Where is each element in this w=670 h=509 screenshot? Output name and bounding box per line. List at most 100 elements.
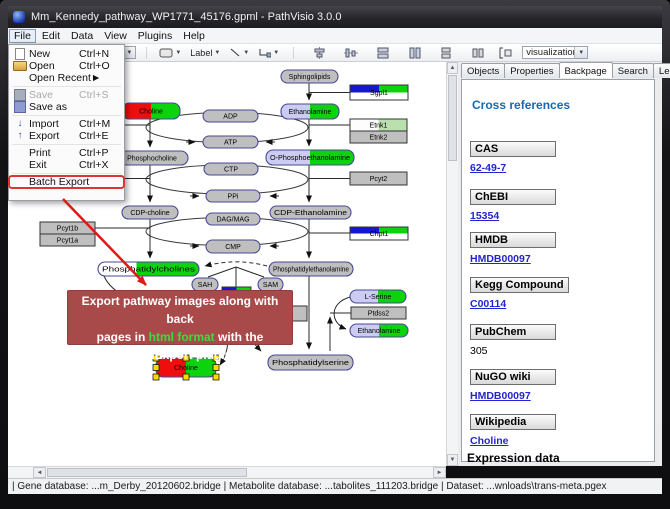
- svg-text:O-Phosphoethanolamine: O-Phosphoethanolamine: [270, 155, 350, 162]
- vertical-scroll-thumb[interactable]: [448, 75, 457, 161]
- xref-link[interactable]: 15354: [470, 210, 556, 222]
- file-menu-item-exit[interactable]: ExitCtrl+X: [9, 159, 124, 171]
- svg-text:Pcyt1a: Pcyt1a: [57, 238, 79, 245]
- metabolite-node[interactable]: O-Phosphoethanolamine: [266, 150, 354, 165]
- tab-search[interactable]: Search: [612, 63, 654, 78]
- menu-edit[interactable]: Edit: [37, 29, 65, 43]
- tab-backpage[interactable]: Backpage: [559, 62, 613, 78]
- gene-node[interactable]: Sgpl1: [350, 85, 408, 100]
- metabolite-node[interactable]: Phosphocholine: [116, 151, 188, 165]
- menu-plugins[interactable]: Plugins: [133, 29, 177, 43]
- gene-node[interactable]: Pcyt2: [350, 172, 407, 185]
- metabolite-node[interactable]: Ethanolamine: [350, 324, 408, 337]
- file-menu-item-batch-export[interactable]: Batch Export: [9, 176, 124, 188]
- scroll-right-icon[interactable]: ►: [433, 467, 446, 478]
- stack-vertical-button[interactable]: [438, 46, 454, 60]
- label-button-text: Label: [190, 48, 212, 58]
- menu-file[interactable]: File: [9, 29, 36, 43]
- file-menu-item-print[interactable]: PrintCtrl+P: [9, 147, 124, 159]
- menu-data[interactable]: Data: [66, 29, 98, 43]
- xref-link[interactable]: C00114: [470, 298, 569, 310]
- common-width-button[interactable]: [374, 46, 392, 60]
- app-icon: [13, 11, 25, 23]
- metabolite-node[interactable]: ADP: [203, 110, 258, 122]
- file-menu-item-open[interactable]: OpenCtrl+O: [9, 60, 124, 72]
- menu-view[interactable]: View: [99, 29, 132, 43]
- xref-header: ChEBI: [470, 189, 556, 205]
- callout-highlight: html format: [149, 330, 215, 344]
- side-panel: ObjectsPropertiesBackpageSearchLegend Cr…: [458, 62, 662, 466]
- xref-header: Kegg Compound: [470, 277, 569, 293]
- scroll-left-icon[interactable]: ◄: [33, 467, 46, 478]
- metabolite-node[interactable]: PPi: [206, 190, 260, 202]
- xref-link[interactable]: HMDB00097: [470, 253, 556, 265]
- common-height-icon: [408, 47, 422, 59]
- metabolite-node[interactable]: Phosphatidylcholines: [98, 262, 199, 276]
- gene-node[interactable]: Etnk1: [350, 119, 407, 131]
- selection-handle[interactable]: [183, 374, 189, 380]
- svg-text:Sphingolipids: Sphingolipids: [289, 74, 331, 81]
- metabolite-node[interactable]: Ethanolamine: [281, 104, 339, 119]
- visualization-combobox[interactable]: visualization ▼: [522, 46, 588, 59]
- metabolite-node[interactable]: CTP: [204, 163, 258, 175]
- gene-node[interactable]: Chpt1: [350, 227, 408, 240]
- gene-node[interactable]: Pcyt1b: [40, 222, 95, 234]
- metabolite-node[interactable]: Phosphatidylethanolamine: [269, 262, 353, 276]
- xref-link[interactable]: HMDB00097: [470, 390, 556, 402]
- stack-vertical-icon: [440, 47, 452, 59]
- metabolite-node[interactable]: Choline: [122, 103, 180, 119]
- datanode-dropdown[interactable]: ▼: [157, 46, 183, 60]
- menu-separator: [12, 144, 121, 145]
- xref-link[interactable]: Choline: [470, 435, 556, 447]
- selection-handle[interactable]: [213, 365, 219, 371]
- svg-text:ATP: ATP: [224, 140, 237, 147]
- common-height-button[interactable]: [406, 46, 424, 60]
- chevron-down-icon: ▼: [214, 50, 220, 56]
- svg-text:CTP: CTP: [224, 167, 238, 174]
- tab-properties[interactable]: Properties: [504, 63, 559, 78]
- align-vertical-center-button[interactable]: [342, 46, 360, 60]
- gene-node[interactable]: Etnk2: [350, 131, 407, 143]
- xref-header: Wikipedia: [470, 414, 556, 430]
- scroll-up-icon[interactable]: ▲: [447, 62, 458, 74]
- xref-section-nugo-wiki: NuGO wikiHMDB00097: [470, 367, 556, 402]
- gene-node[interactable]: Ptdss2: [351, 307, 406, 319]
- file-menu-item-import[interactable]: ↓ImportCtrl+M: [9, 118, 124, 130]
- gene-node[interactable]: Pcyt1a: [40, 234, 95, 246]
- tab-objects[interactable]: Objects: [461, 63, 505, 78]
- connector-dropdown[interactable]: ▼: [256, 46, 281, 60]
- selection-handle[interactable]: [153, 365, 159, 371]
- selection-handle[interactable]: [213, 374, 219, 380]
- file-menu-item-open-recent[interactable]: Open Recent►: [9, 72, 124, 84]
- horizontal-scroll-thumb[interactable]: [47, 468, 247, 477]
- fit-window-button[interactable]: [497, 46, 514, 60]
- metabolite-node[interactable]: DAG/MAG: [206, 213, 260, 225]
- scroll-down-icon[interactable]: ▼: [447, 454, 458, 466]
- metabolite-node[interactable]: CMP: [206, 240, 260, 253]
- horizontal-scrollbar[interactable]: ◄ ►: [8, 466, 446, 478]
- metabolite-node[interactable]: ATP: [203, 136, 258, 148]
- tab-legend[interactable]: Legend: [653, 63, 670, 78]
- title-bar[interactable]: Mm_Kennedy_pathway_WP1771_45176.gpml - P…: [8, 6, 662, 28]
- selection-handle[interactable]: [153, 374, 159, 380]
- file-menu-item-save-as[interactable]: Save as: [9, 101, 124, 113]
- xref-header: PubChem: [470, 324, 556, 340]
- file-menu-item-export[interactable]: ↑ExportCtrl+E: [9, 130, 124, 142]
- vertical-scrollbar[interactable]: ▲ ▼: [446, 62, 458, 466]
- label-dropdown[interactable]: Label ▼: [188, 46, 222, 60]
- menu-help[interactable]: Help: [178, 29, 210, 43]
- stack-horizontal-button[interactable]: [470, 46, 487, 60]
- svg-text:Chpt1: Chpt1: [370, 231, 389, 238]
- file-menu-item-save[interactable]: SaveCtrl+S: [9, 89, 124, 101]
- align-horizontal-center-button[interactable]: [311, 46, 328, 60]
- saveas-icon: [11, 101, 29, 113]
- xref-section-pubchem: PubChem305: [470, 322, 556, 357]
- line-dropdown[interactable]: ▼: [227, 46, 251, 60]
- metabolite-node[interactable]: Sphingolipids: [281, 70, 338, 83]
- metabolite-node[interactable]: L-Serine: [350, 290, 406, 303]
- side-panel-tabs: ObjectsPropertiesBackpageSearchLegend: [461, 63, 670, 78]
- metabolite-node[interactable]: CDP-Ethanolamine: [270, 206, 351, 219]
- metabolite-node[interactable]: CDP-choline: [122, 206, 178, 219]
- xref-link[interactable]: 62-49-7: [470, 162, 556, 174]
- file-menu-item-new[interactable]: NewCtrl+N: [9, 48, 124, 60]
